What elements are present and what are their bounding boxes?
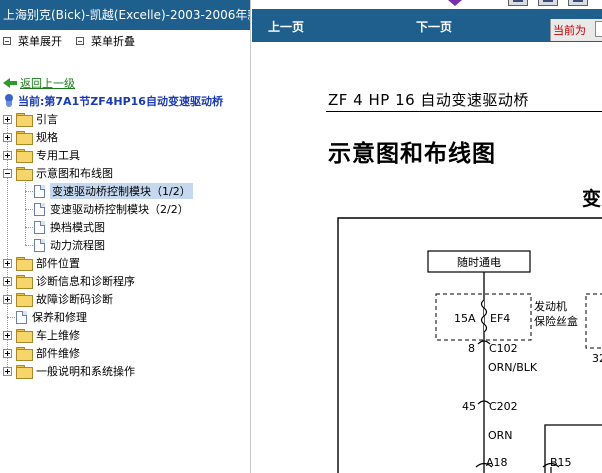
folder-open-icon bbox=[16, 167, 33, 181]
folder-icon bbox=[16, 329, 33, 343]
menu-icon bbox=[76, 37, 84, 45]
partial-box-label: 32 bbox=[592, 352, 602, 365]
expand-menu-button[interactable]: 菜单展开 bbox=[3, 33, 62, 49]
tree-item-schematics[interactable]: 示意图和布线图 bbox=[3, 164, 113, 182]
partial-fuse-box-outline bbox=[585, 293, 602, 349]
folder-icon bbox=[16, 365, 33, 379]
pin-8-label: 8 bbox=[468, 342, 475, 355]
tree-subitem-label: 变速驱动桥控制模块（2/2） bbox=[50, 203, 189, 216]
current-section-row: 当前:第7A1节ZF4HP16自动变速驱动桥 bbox=[3, 92, 223, 110]
expand-icon[interactable] bbox=[3, 294, 12, 304]
tree-item-description-operation[interactable]: 一般说明和系统操作 bbox=[3, 362, 135, 380]
document-icon bbox=[16, 310, 27, 324]
folder-icon bbox=[16, 149, 33, 163]
tree-item-label: 引言 bbox=[36, 113, 58, 126]
back-link[interactable]: 返回上一级 bbox=[20, 75, 75, 91]
tree-item-on-vehicle-repair[interactable]: 车上维修 bbox=[3, 326, 80, 344]
manual-title: 上海别克(Bick)-凯越(Excelle)-2003-2006年款 bbox=[0, 0, 250, 30]
wire-color-orn: ORN bbox=[488, 429, 513, 442]
tree-item-label: 专用工具 bbox=[36, 149, 80, 162]
navigation-panel: 上海别克(Bick)-凯越(Excelle)-2003-2006年款 菜单展开 … bbox=[0, 0, 251, 473]
folder-icon bbox=[16, 293, 33, 307]
tree-item-label: 一般说明和系统操作 bbox=[36, 365, 135, 378]
location-icon bbox=[3, 94, 15, 108]
current-section-label: 当前:第7A1节ZF4HP16自动变速驱动桥 bbox=[18, 95, 223, 108]
pin-45-label: 45 bbox=[462, 400, 476, 413]
expand-icon[interactable] bbox=[3, 330, 12, 340]
tree-subitem-shift-pattern[interactable]: 换档模式图 bbox=[34, 218, 105, 236]
fuse-box-label-line1: 发动机 bbox=[534, 299, 567, 313]
document-icon bbox=[34, 238, 45, 252]
tree-item-intro[interactable]: 引言 bbox=[3, 110, 58, 128]
tree-guide-line bbox=[7, 317, 15, 318]
menu-bar: 菜单展开 菜单折叠 bbox=[0, 30, 250, 52]
document-icon bbox=[34, 184, 45, 198]
document-icon bbox=[34, 202, 45, 216]
expand-icon[interactable] bbox=[3, 348, 12, 358]
collapse-icon[interactable] bbox=[3, 168, 12, 178]
tree-item-dtc[interactable]: 故障诊断码诊断 bbox=[3, 290, 113, 308]
tree-subitem-label: 变速驱动桥控制模块（1/2） bbox=[50, 183, 193, 199]
hot-at-all-times-label: 随时通电 bbox=[457, 255, 501, 269]
folder-icon bbox=[16, 257, 33, 271]
folder-icon bbox=[16, 131, 33, 145]
tree-item-component-locations[interactable]: 部件位置 bbox=[3, 254, 80, 272]
connector-c102-label: C102 bbox=[489, 342, 518, 355]
collapse-menu-button[interactable]: 菜单折叠 bbox=[76, 33, 135, 49]
tree-guide-line bbox=[25, 245, 33, 246]
connector-c202-label: C202 bbox=[489, 400, 518, 413]
tree-item-special-tools[interactable]: 专用工具 bbox=[3, 146, 80, 164]
tree-subitem-label: 换档模式图 bbox=[50, 221, 105, 234]
expand-icon[interactable] bbox=[3, 276, 12, 286]
tree-guide-line bbox=[25, 227, 33, 228]
expand-icon[interactable] bbox=[3, 150, 12, 160]
tree-item-label: 车上维修 bbox=[36, 329, 80, 342]
tree-item-label: 部件维修 bbox=[36, 347, 80, 360]
expand-icon[interactable] bbox=[3, 366, 12, 376]
wire-color-orn-blk: ORN/BLK bbox=[488, 361, 538, 374]
tree-item-label: 诊断信息和诊断程序 bbox=[36, 275, 135, 288]
tree-item-label: 规格 bbox=[36, 131, 58, 144]
tree-item-label: 部件位置 bbox=[36, 257, 80, 270]
menu-icon bbox=[3, 37, 11, 45]
pin-a18-label: A18 bbox=[486, 456, 508, 469]
document-icon bbox=[34, 220, 45, 234]
back-arrow-icon bbox=[3, 77, 17, 89]
tree-item-diagnostics[interactable]: 诊断信息和诊断程序 bbox=[3, 272, 135, 290]
expand-icon[interactable] bbox=[3, 258, 12, 268]
tree-guide-line bbox=[25, 209, 33, 210]
tree-item-label: 示意图和布线图 bbox=[36, 167, 113, 180]
tree-item-unit-repair[interactable]: 部件维修 bbox=[3, 344, 80, 362]
fuse-box-label-line2: 保险丝盒 bbox=[534, 314, 578, 328]
fuse-symbol bbox=[480, 299, 488, 333]
tree-item-label: 故障诊断码诊断 bbox=[36, 293, 113, 306]
tree-subitem-tcm-1[interactable]: 变速驱动桥控制模块（1/2） bbox=[34, 182, 193, 200]
collapse-menu-label: 菜单折叠 bbox=[91, 35, 135, 48]
content-panel: 上一页 下一页 当前为 ZF 4 HP 16 自动变速驱动桥 示意图和布线图 变… bbox=[252, 0, 602, 473]
fuse-name: EF4 bbox=[490, 312, 510, 325]
tree-item-label: 保养和修理 bbox=[32, 311, 87, 324]
tree-subitem-tcm-2[interactable]: 变速驱动桥控制模块（2/2） bbox=[34, 200, 189, 218]
folder-icon bbox=[16, 347, 33, 361]
tree-subitem-label: 动力流程图 bbox=[50, 239, 105, 252]
tree-subitem-power-flow[interactable]: 动力流程图 bbox=[34, 236, 105, 254]
fuse-rating: 15A bbox=[454, 312, 476, 325]
folder-icon bbox=[16, 275, 33, 289]
pin-b15-label: B15 bbox=[550, 456, 572, 469]
tree-item-specs[interactable]: 规格 bbox=[3, 128, 58, 146]
expand-menu-label: 菜单展开 bbox=[18, 35, 62, 48]
tree-item-maintenance[interactable]: 保养和修理 bbox=[16, 308, 87, 326]
back-link-row[interactable]: 返回上一级 bbox=[3, 74, 75, 92]
folder-icon bbox=[16, 113, 33, 127]
expand-icon[interactable] bbox=[3, 114, 12, 124]
expand-icon[interactable] bbox=[3, 132, 12, 142]
wiring-diagram: 随时通电 15A EF4 发动机 保险丝盒 32 8 C102 ORN/BLK … bbox=[337, 217, 602, 473]
tree-guide-line bbox=[25, 191, 33, 192]
